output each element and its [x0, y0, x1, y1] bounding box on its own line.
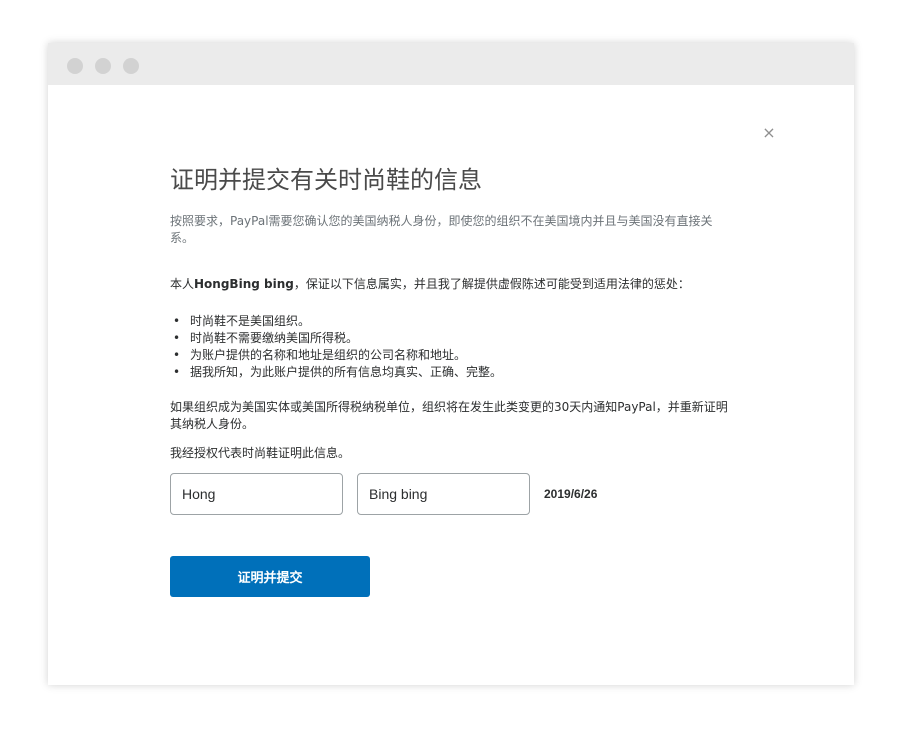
- window-control-dot[interactable]: [123, 58, 139, 74]
- certification-list: 时尚鞋不是美国组织。 时尚鞋不需要缴纳美国所得税。 为账户提供的名称和地址是组织…: [170, 313, 730, 381]
- close-icon[interactable]: ×: [761, 125, 777, 141]
- statement-name: HongBing bing: [194, 277, 294, 291]
- list-item: 为账户提供的名称和地址是组织的公司名称和地址。: [170, 347, 730, 364]
- first-name-field[interactable]: [170, 473, 343, 515]
- last-name-field[interactable]: [357, 473, 530, 515]
- list-item: 时尚鞋不是美国组织。: [170, 313, 730, 330]
- statement-suffix: ，保证以下信息属实，并且我了解提供虚假陈述可能受到适用法律的惩处：: [293, 277, 690, 291]
- list-item: 据我所知，为此账户提供的所有信息均真实、正确、完整。: [170, 364, 730, 381]
- statement-text: 本人HongBing bing，保证以下信息属实，并且我了解提供虚假陈述可能受到…: [170, 276, 730, 293]
- page-title: 证明并提交有关时尚鞋的信息: [170, 166, 482, 194]
- statement-prefix: 本人: [170, 277, 195, 291]
- notice-text: 如果组织成为美国实体或美国所得税纳税单位，组织将在发生此类变更的30天内通知Pa…: [170, 400, 728, 431]
- window-titlebar: [48, 43, 854, 85]
- list-item: 时尚鞋不需要缴纳美国所得税。: [170, 330, 730, 347]
- signature-date: 2019/6/26: [544, 487, 598, 501]
- authorization-text: 我经授权代表时尚鞋证明此信息。: [170, 446, 351, 460]
- window-control-dot[interactable]: [67, 58, 83, 74]
- window-control-dot[interactable]: [95, 58, 111, 74]
- browser-window: × 证明并提交有关时尚鞋的信息 按照要求，PayPal需要您确认您的美国纳税人身…: [48, 43, 854, 685]
- certify-submit-button[interactable]: 证明并提交: [170, 556, 370, 597]
- description-text: 按照要求，PayPal需要您确认您的美国纳税人身份，即使您的组织不在美国境内并且…: [170, 214, 713, 245]
